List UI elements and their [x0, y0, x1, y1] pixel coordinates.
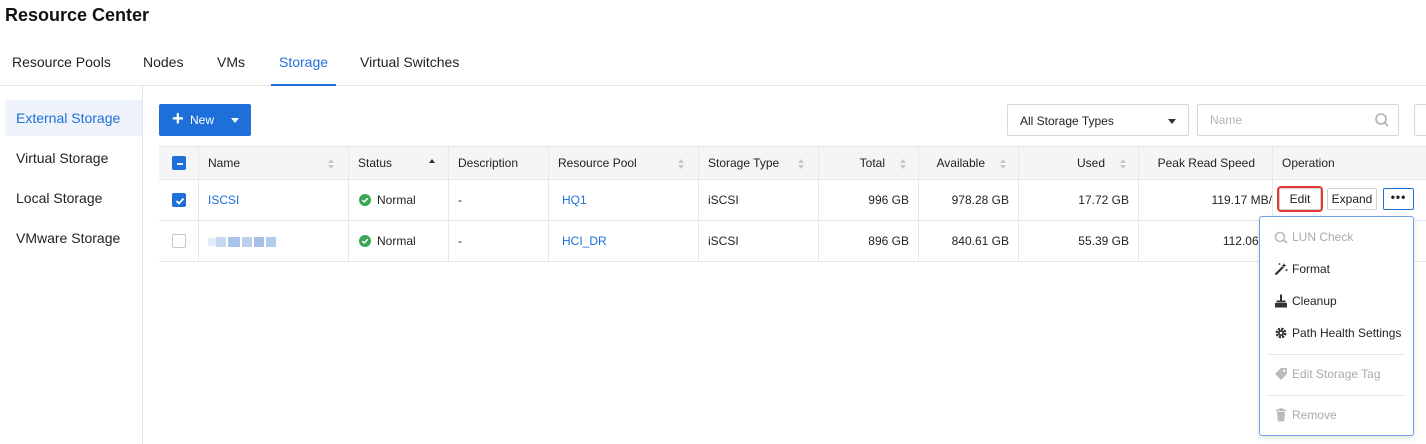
table-row[interactable]: Normal - HCI_DR iSCSI 896 GB 840.61 GB 5… [159, 221, 1426, 262]
check-circle-icon [359, 194, 371, 206]
cell-used: 55.39 GB [1019, 221, 1139, 261]
trash-icon [1276, 408, 1286, 422]
header-resource-pool[interactable]: Resource Pool [549, 147, 699, 179]
table-row[interactable]: ISCSI Normal - HQ1 iSCSI 996 GB 978.28 G… [159, 180, 1426, 221]
tab-vms[interactable]: VMs [217, 40, 245, 86]
cell-description: - [449, 180, 549, 220]
row-checkbox-cell [159, 180, 199, 220]
header-peak-read-speed[interactable]: Peak Read Speed [1139, 147, 1273, 179]
search-input[interactable] [1197, 104, 1399, 136]
cell-name [199, 221, 349, 261]
cell-used: 17.72 GB [1019, 180, 1139, 220]
chevron-down-icon[interactable] [231, 118, 239, 123]
cell-total: 896 GB [819, 221, 919, 261]
sort-asc-icon[interactable] [428, 158, 436, 170]
sort-icon[interactable] [999, 158, 1007, 170]
check-circle-icon [359, 235, 371, 247]
cell-resource-pool: HCI_DR [549, 221, 699, 261]
sort-icon[interactable] [1119, 158, 1127, 170]
menu-item-edit-storage-tag[interactable]: Edit Storage Tag [1260, 359, 1413, 389]
cell-name: ISCSI [199, 180, 349, 220]
sidebar-item-vmware-storage[interactable]: VMware Storage [5, 220, 142, 256]
chevron-down-icon [1168, 119, 1176, 124]
cell-description: - [449, 221, 549, 261]
sidebar-item-external-storage[interactable]: External Storage [5, 100, 142, 136]
tab-nodes[interactable]: Nodes [143, 40, 183, 86]
magic-wand-icon [1274, 263, 1288, 276]
toolbar-extra-button[interactable] [1414, 104, 1426, 136]
tab-storage[interactable]: Storage [271, 40, 337, 86]
header-storage-type[interactable]: Storage Type [699, 147, 819, 179]
sidebar: External Storage Virtual Storage Local S… [0, 86, 143, 444]
resource-pool-link[interactable]: HCI_DR [562, 234, 607, 248]
redacted-name[interactable] [208, 237, 276, 247]
cell-available: 978.28 GB [919, 180, 1019, 220]
lun-check-icon [1274, 231, 1288, 244]
sidebar-item-virtual-storage[interactable]: Virtual Storage [5, 140, 142, 176]
cell-status: Normal [349, 221, 449, 261]
header-description: Description [449, 147, 549, 179]
sort-icon[interactable] [899, 158, 907, 170]
select-all-checkbox[interactable] [172, 156, 186, 170]
table-header: Name Status Description Resource Pool St… [159, 146, 1426, 180]
header-operation: Operation [1282, 156, 1335, 170]
menu-item-lun-check[interactable]: LUN Check [1260, 222, 1413, 252]
cell-resource-pool: HQ1 [549, 180, 699, 220]
new-button[interactable]: + New [159, 104, 251, 136]
header-status[interactable]: Status [349, 147, 449, 179]
tag-icon [1275, 368, 1287, 380]
menu-item-format[interactable]: Format [1260, 254, 1413, 284]
menu-divider [1268, 354, 1405, 355]
broom-icon [1275, 294, 1287, 308]
gear-icon [1275, 327, 1287, 339]
header-name[interactable]: Name [199, 147, 349, 179]
header-total[interactable]: Total [819, 147, 919, 179]
storage-type-select-value: All Storage Types [1020, 114, 1114, 128]
new-button-label: New [190, 113, 215, 127]
cell-peak-read-speed: 119.17 MB/ [1139, 180, 1273, 220]
tab-virtual-switches[interactable]: Virtual Switches [360, 40, 459, 86]
sidebar-item-local-storage[interactable]: Local Storage [5, 180, 142, 216]
expand-button[interactable]: Expand [1327, 188, 1377, 210]
storage-type-select[interactable]: All Storage Types [1007, 104, 1189, 136]
tab-resource-pools[interactable]: Resource Pools [12, 40, 111, 86]
header-checkbox-cell [159, 147, 199, 179]
sort-icon[interactable] [677, 158, 685, 170]
menu-item-cleanup[interactable]: Cleanup [1260, 286, 1413, 316]
cell-total: 996 GB [819, 180, 919, 220]
row-checkbox-cell [159, 221, 199, 261]
cell-storage-type: iSCSI [699, 221, 819, 261]
edit-button[interactable]: Edit [1277, 186, 1323, 212]
search-icon[interactable] [1373, 111, 1391, 129]
resource-pool-link[interactable]: HQ1 [562, 193, 587, 207]
more-actions-button[interactable]: ••• [1383, 188, 1414, 210]
plus-icon: + [172, 108, 184, 130]
sort-icon[interactable] [797, 158, 805, 170]
cell-status: Normal [349, 180, 449, 220]
menu-divider [1268, 395, 1405, 396]
header-used[interactable]: Used [1019, 147, 1139, 179]
storage-name-link[interactable]: ISCSI [208, 193, 239, 207]
cell-storage-type: iSCSI [699, 180, 819, 220]
storage-table: Name Status Description Resource Pool St… [159, 146, 1426, 262]
row-checkbox[interactable] [172, 193, 186, 207]
row-checkbox[interactable] [172, 234, 186, 248]
top-tabs: Resource Pools Nodes VMs Storage Virtual… [0, 40, 1426, 86]
more-actions-menu: LUN Check Format Cleanup Path Health Set… [1259, 216, 1414, 436]
header-available[interactable]: Available [919, 147, 1019, 179]
menu-item-remove[interactable]: Remove [1260, 400, 1413, 430]
sort-icon[interactable] [327, 158, 335, 170]
page-title: Resource Center [5, 5, 150, 25]
cell-peak-read-speed: 112.06 M [1139, 221, 1273, 261]
cell-available: 840.61 GB [919, 221, 1019, 261]
menu-item-path-health-settings[interactable]: Path Health Settings [1260, 318, 1413, 348]
